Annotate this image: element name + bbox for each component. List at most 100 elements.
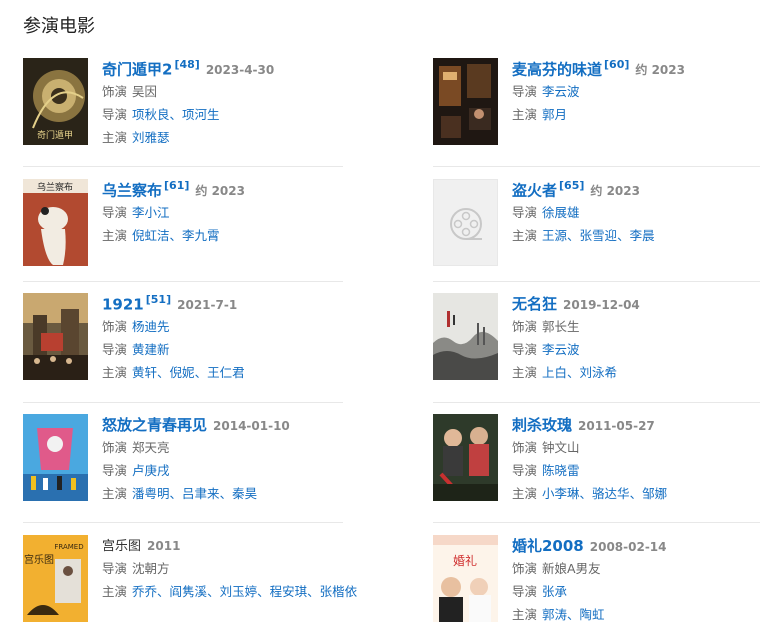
poster-image: 乌兰察布	[23, 179, 88, 266]
reference-link[interactable]: [48]	[174, 58, 199, 71]
movie-title-link[interactable]: 奇门遁甲2	[102, 60, 172, 78]
release-date: 2023-4-30	[205, 63, 275, 78]
cast-link[interactable]: 小李琳	[542, 486, 580, 501]
row-divider	[433, 281, 760, 282]
director-label: 导演	[102, 561, 128, 576]
movie-poster-placeholder[interactable]	[433, 179, 498, 266]
cast-link[interactable]: 程安琪	[270, 584, 308, 599]
role-label: 饰演	[512, 319, 538, 334]
row-divider	[23, 166, 343, 167]
row-divider	[23, 281, 343, 282]
cast-label: 主演	[102, 486, 128, 501]
cast-link[interactable]: 阎隽溪	[170, 584, 208, 599]
director-label: 导演	[102, 107, 128, 122]
director-link[interactable]: 陈晓雷	[542, 463, 580, 478]
movie-poster[interactable]: 婚礼	[433, 535, 498, 622]
movie-card: 怒放之青春再见 2014-01-10 饰演 郑天亮 导演 卢庚戌 主演 潘粤明、吕聿来、…	[23, 414, 359, 504]
movie-poster[interactable]	[23, 414, 88, 501]
poster-image	[433, 293, 498, 380]
movie-title-link[interactable]: 刺杀玫瑰	[512, 416, 572, 434]
movie-title-link[interactable]: 怒放之青春再见	[102, 416, 207, 434]
role-label: 饰演	[102, 84, 128, 99]
reference-link[interactable]: [61]	[164, 179, 189, 192]
release-date: 2011	[147, 539, 181, 553]
poster-image: 婚礼	[433, 535, 498, 622]
cast-link[interactable]: 邹娜	[642, 486, 667, 501]
release-date: 2021-7-1	[177, 298, 238, 313]
director-link[interactable]: 项河生	[182, 107, 220, 122]
movie-card: 宫乐图 FRAMED 宫乐图 2011 导演 沈朝方 主演 乔乔、阎隽溪、刘玉婷、程安…	[23, 535, 359, 625]
movie-title-link[interactable]: 盗火者	[512, 181, 557, 199]
director-link[interactable]: 卢庚戌	[132, 463, 170, 478]
movie-card: 奇门遁甲 奇门遁甲2 [48] 2023-4-30 饰演 吴因 导演 项秋良、项河生 主…	[23, 58, 359, 148]
director-link[interactable]: 李小江	[132, 205, 170, 220]
cast-link[interactable]: 李晨	[630, 228, 655, 243]
movie-poster[interactable]	[433, 293, 498, 380]
cast-link[interactable]: 刘泳希	[580, 365, 618, 380]
director-link[interactable]: 徐展雄	[542, 205, 580, 220]
director-label: 导演	[512, 342, 538, 357]
poster-image	[23, 293, 88, 380]
cast-label: 主演	[102, 228, 128, 243]
release-date: 2019-12-04	[563, 298, 640, 312]
role-value: 钟文山	[542, 440, 580, 455]
poster-image	[23, 414, 88, 501]
movie-title-link[interactable]: 婚礼2008	[512, 537, 584, 555]
release-date: 2014-01-10	[213, 419, 290, 433]
cast-link[interactable]: 郭涛	[542, 607, 567, 622]
poster-image: 奇门遁甲	[23, 58, 88, 145]
movie-title-link[interactable]: 无名狂	[512, 295, 557, 313]
cast-link[interactable]: 刘雅瑟	[132, 130, 170, 145]
role-value: 吴因	[132, 84, 158, 99]
director-label: 导演	[512, 205, 538, 220]
director-link[interactable]: 黄建新	[132, 342, 170, 357]
cast-label: 主演	[512, 107, 538, 122]
role-label: 饰演	[102, 440, 128, 455]
cast-link[interactable]: 上白	[542, 365, 567, 380]
cast-link[interactable]: 张楷依	[320, 584, 358, 599]
role-label: 饰演	[102, 319, 128, 334]
movie-poster[interactable]	[23, 293, 88, 380]
role-link[interactable]: 杨迪先	[132, 319, 170, 334]
cast-link[interactable]: 乔乔	[132, 584, 157, 599]
movie-poster[interactable]: 乌兰察布	[23, 179, 88, 266]
cast-link[interactable]: 王仁君	[207, 365, 245, 380]
cast-link[interactable]: 秦昊	[232, 486, 257, 501]
movie-poster[interactable]	[433, 414, 498, 501]
movie-title-link[interactable]: 乌兰察布	[102, 181, 162, 199]
poster-text: FRAMED	[54, 543, 83, 551]
movie-poster[interactable]: 宫乐图 FRAMED	[23, 535, 88, 622]
release-date: 2008-02-14	[589, 540, 667, 554]
director-label: 导演	[102, 342, 128, 357]
cast-link[interactable]: 王源	[542, 228, 567, 243]
movie-title-link[interactable]: 1921	[102, 295, 144, 313]
reference-link[interactable]: [51]	[146, 293, 171, 306]
movie-card: 麦高芬的味道 [60] 约 2023 导演 李云波 主演 郭月	[433, 58, 760, 148]
movie-card: 盗火者 [65] 约 2023 导演 徐展雄 主演 王源、张雪迎、李晨	[433, 179, 760, 269]
cast-link[interactable]: 张雪迎	[580, 228, 618, 243]
cast-link[interactable]: 李九霄	[182, 228, 220, 243]
director-link[interactable]: 张承	[542, 584, 567, 599]
poster-image	[433, 58, 498, 145]
cast-link[interactable]: 骆达华	[592, 486, 630, 501]
movie-title-link[interactable]: 麦高芬的味道	[512, 60, 602, 78]
director-link[interactable]: 项秋良	[132, 107, 170, 122]
movie-title: 宫乐图	[102, 539, 142, 554]
role-value: 郭长生	[542, 319, 580, 334]
cast-link[interactable]: 倪妮	[170, 365, 195, 380]
cast-link[interactable]: 黄轩	[132, 365, 157, 380]
cast-link[interactable]: 倪虹洁	[132, 228, 170, 243]
cast-link[interactable]: 刘玉婷	[220, 584, 258, 599]
cast-link[interactable]: 吕聿来	[182, 486, 220, 501]
director-link[interactable]: 李云波	[542, 342, 580, 357]
cast-link[interactable]: 陶虹	[580, 607, 605, 622]
movie-poster[interactable]	[433, 58, 498, 145]
cast-label: 主演	[512, 607, 538, 622]
cast-link[interactable]: 郭月	[542, 107, 567, 122]
film-reel-icon	[434, 180, 497, 265]
reference-link[interactable]: [60]	[604, 58, 629, 71]
cast-link[interactable]: 潘粤明	[132, 486, 170, 501]
movie-poster[interactable]: 奇门遁甲	[23, 58, 88, 145]
reference-link[interactable]: [65]	[559, 179, 584, 192]
director-link[interactable]: 李云波	[542, 84, 580, 99]
